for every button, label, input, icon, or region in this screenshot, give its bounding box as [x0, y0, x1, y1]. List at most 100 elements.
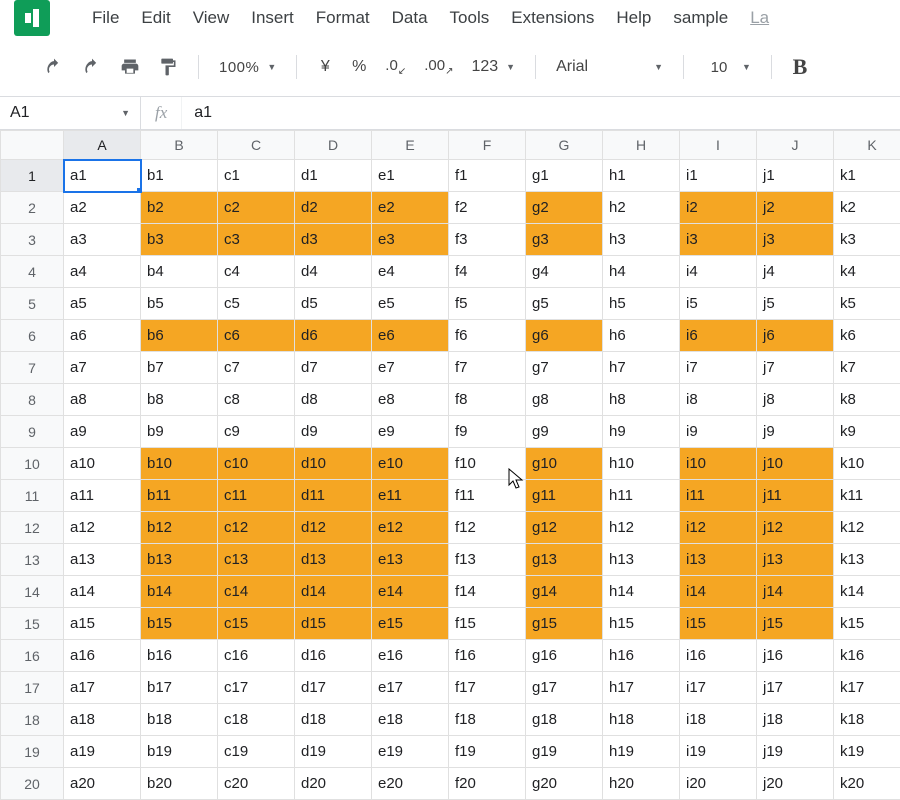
cell[interactable]: h9: [603, 416, 680, 448]
cell[interactable]: k10: [834, 448, 900, 480]
cell[interactable]: g11: [526, 480, 603, 512]
cell[interactable]: d17: [295, 672, 372, 704]
cell[interactable]: j15: [757, 608, 834, 640]
cell[interactable]: f12: [449, 512, 526, 544]
cell[interactable]: k19: [834, 736, 900, 768]
menu-last-edit[interactable]: La: [750, 8, 769, 28]
cell[interactable]: g7: [526, 352, 603, 384]
cell[interactable]: a11: [64, 480, 141, 512]
cell[interactable]: c14: [218, 576, 295, 608]
cell[interactable]: j5: [757, 288, 834, 320]
cell[interactable]: d18: [295, 704, 372, 736]
cell[interactable]: j19: [757, 736, 834, 768]
cell[interactable]: i9: [680, 416, 757, 448]
select-all-corner[interactable]: [1, 131, 64, 160]
cell[interactable]: a4: [64, 256, 141, 288]
cell[interactable]: e20: [372, 768, 449, 800]
cell[interactable]: b16: [141, 640, 218, 672]
cell[interactable]: e3: [372, 224, 449, 256]
cell[interactable]: a1: [64, 160, 141, 192]
row-header[interactable]: 5: [1, 288, 64, 320]
cell[interactable]: j16: [757, 640, 834, 672]
cell[interactable]: a12: [64, 512, 141, 544]
cell[interactable]: a15: [64, 608, 141, 640]
cell[interactable]: k8: [834, 384, 900, 416]
cell[interactable]: a17: [64, 672, 141, 704]
cell[interactable]: e17: [372, 672, 449, 704]
cell[interactable]: j1: [757, 160, 834, 192]
row-header[interactable]: 3: [1, 224, 64, 256]
cell[interactable]: c20: [218, 768, 295, 800]
cell[interactable]: k13: [834, 544, 900, 576]
sheets-icon[interactable]: [14, 0, 50, 36]
cell[interactable]: b5: [141, 288, 218, 320]
cell[interactable]: i15: [680, 608, 757, 640]
cell[interactable]: i18: [680, 704, 757, 736]
col-header[interactable]: F: [449, 131, 526, 160]
cell[interactable]: k14: [834, 576, 900, 608]
cell[interactable]: g10: [526, 448, 603, 480]
cell[interactable]: i12: [680, 512, 757, 544]
cell[interactable]: d10: [295, 448, 372, 480]
cell[interactable]: a5: [64, 288, 141, 320]
cell[interactable]: e16: [372, 640, 449, 672]
cell[interactable]: c2: [218, 192, 295, 224]
cell[interactable]: a9: [64, 416, 141, 448]
cell[interactable]: b9: [141, 416, 218, 448]
col-header[interactable]: A: [64, 131, 141, 160]
cell[interactable]: g15: [526, 608, 603, 640]
cell[interactable]: i14: [680, 576, 757, 608]
cell[interactable]: d6: [295, 320, 372, 352]
cell[interactable]: c1: [218, 160, 295, 192]
cell[interactable]: h3: [603, 224, 680, 256]
menu-format[interactable]: Format: [316, 8, 370, 28]
cell[interactable]: c11: [218, 480, 295, 512]
cell[interactable]: j2: [757, 192, 834, 224]
cell[interactable]: k1: [834, 160, 900, 192]
row-header[interactable]: 2: [1, 192, 64, 224]
cell[interactable]: h13: [603, 544, 680, 576]
row-header[interactable]: 6: [1, 320, 64, 352]
cell[interactable]: g9: [526, 416, 603, 448]
row-header[interactable]: 10: [1, 448, 64, 480]
cell[interactable]: i11: [680, 480, 757, 512]
cell[interactable]: a13: [64, 544, 141, 576]
menu-sample[interactable]: sample: [673, 8, 728, 28]
cell[interactable]: d5: [295, 288, 372, 320]
cell[interactable]: b20: [141, 768, 218, 800]
row-header[interactable]: 19: [1, 736, 64, 768]
cell[interactable]: j8: [757, 384, 834, 416]
row-header[interactable]: 4: [1, 256, 64, 288]
cell[interactable]: i17: [680, 672, 757, 704]
menu-data[interactable]: Data: [392, 8, 428, 28]
row-header[interactable]: 20: [1, 768, 64, 800]
row-header[interactable]: 9: [1, 416, 64, 448]
cell[interactable]: e14: [372, 576, 449, 608]
cell[interactable]: d13: [295, 544, 372, 576]
row-header[interactable]: 18: [1, 704, 64, 736]
cell[interactable]: b11: [141, 480, 218, 512]
formula-bar[interactable]: a1: [182, 104, 900, 122]
cell[interactable]: e4: [372, 256, 449, 288]
cell[interactable]: d4: [295, 256, 372, 288]
col-header[interactable]: H: [603, 131, 680, 160]
cell[interactable]: e9: [372, 416, 449, 448]
cell[interactable]: j4: [757, 256, 834, 288]
cell[interactable]: i10: [680, 448, 757, 480]
cell[interactable]: b8: [141, 384, 218, 416]
cell[interactable]: a7: [64, 352, 141, 384]
cell[interactable]: g17: [526, 672, 603, 704]
cell[interactable]: f3: [449, 224, 526, 256]
cell[interactable]: i4: [680, 256, 757, 288]
cell[interactable]: h7: [603, 352, 680, 384]
menu-edit[interactable]: Edit: [141, 8, 170, 28]
cell[interactable]: f2: [449, 192, 526, 224]
cell[interactable]: k12: [834, 512, 900, 544]
menu-extensions[interactable]: Extensions: [511, 8, 594, 28]
paint-format-button[interactable]: [154, 55, 182, 79]
cell[interactable]: j7: [757, 352, 834, 384]
cell[interactable]: f17: [449, 672, 526, 704]
cell[interactable]: c17: [218, 672, 295, 704]
cell[interactable]: g13: [526, 544, 603, 576]
cell[interactable]: k17: [834, 672, 900, 704]
